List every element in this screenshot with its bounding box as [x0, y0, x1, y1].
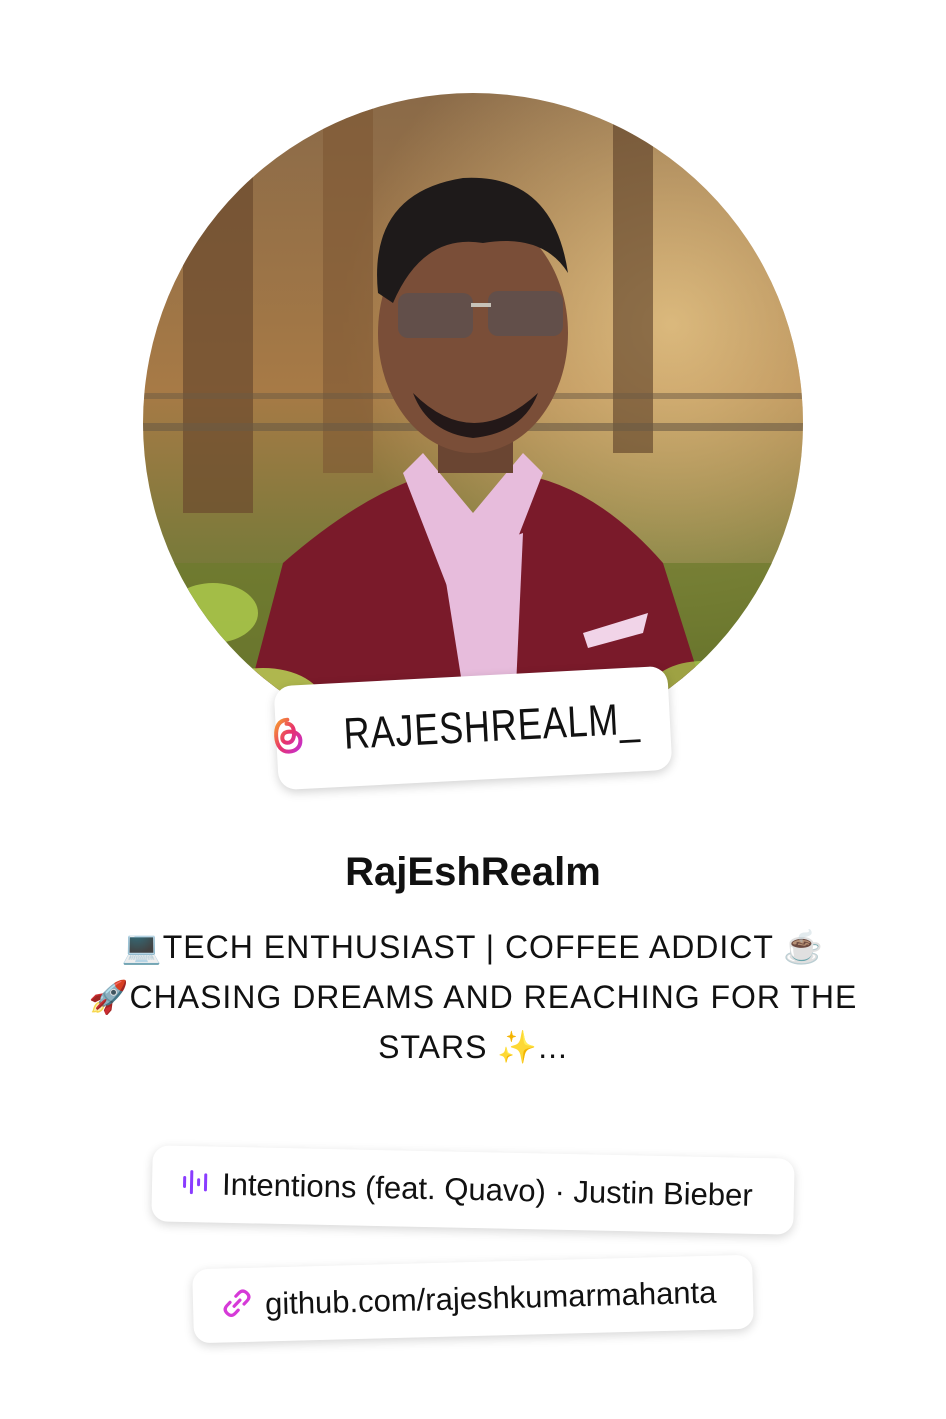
bio-line: 🚀CHASING DREAMS AND REACHING FOR THE: [88, 979, 858, 1015]
avatar[interactable]: [143, 93, 803, 753]
link-icon: [221, 1287, 254, 1324]
profile-photo: [143, 93, 803, 753]
threads-handle-pill[interactable]: RAJESHREALM_: [272, 665, 673, 791]
threads-handle: RAJESHREALM_: [342, 694, 642, 759]
music-bars-icon: [182, 1168, 209, 1201]
link-pill[interactable]: github.com/rajeshkumarmahanta: [192, 1254, 754, 1344]
bio: 💻TECH ENTHUSIAST | COFFEE ADDICT ☕ 🚀CHAS…: [60, 922, 886, 1072]
profile-link: github.com/rajeshkumarmahanta: [264, 1274, 717, 1322]
bio-line: 💻TECH ENTHUSIAST | COFFEE ADDICT ☕: [121, 929, 825, 965]
threads-icon: [272, 716, 304, 760]
music-track: Intentions (feat. Quavo) · Justin Bieber: [221, 1166, 754, 1213]
music-pill[interactable]: Intentions (feat. Quavo) · Justin Bieber: [151, 1145, 795, 1235]
display-name: RajEshRealm: [345, 850, 601, 894]
bio-line: STARS ✨...: [378, 1029, 568, 1065]
